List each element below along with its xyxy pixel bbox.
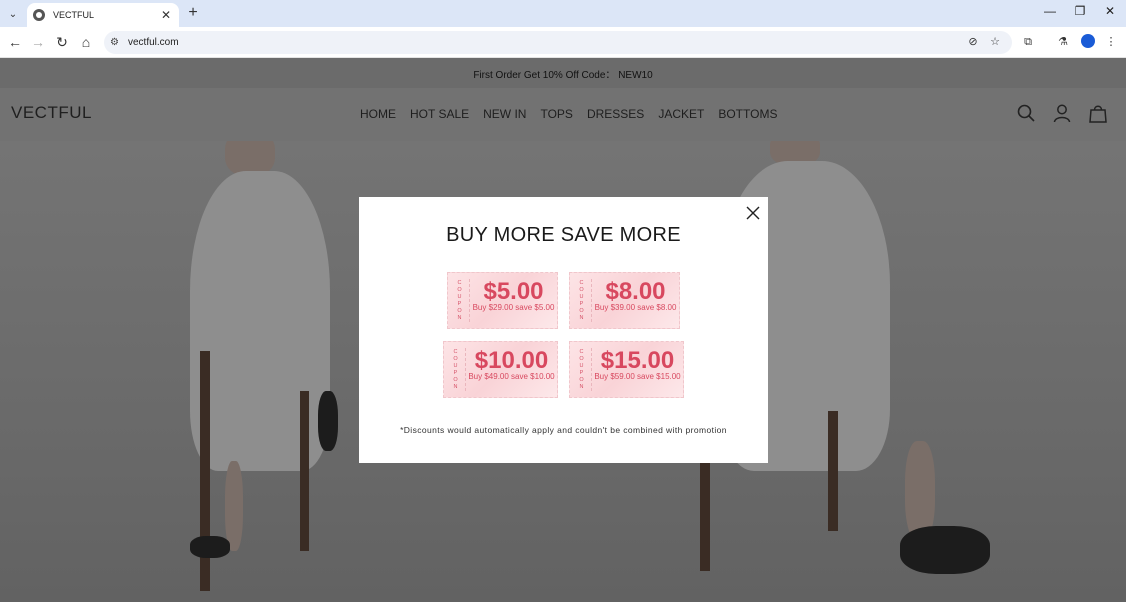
coupon-amount: $8.00	[605, 278, 666, 305]
shopping-bag-icon[interactable]	[1088, 103, 1108, 123]
reload-icon[interactable]: ↻	[52, 33, 72, 51]
site-logo[interactable]: VECTFUL	[11, 103, 92, 123]
coupon-5[interactable]: COUPON $5.00 Buy $29.00 save $5.00	[447, 272, 558, 329]
tab-search-chevron-icon[interactable]: ⌄	[4, 5, 22, 23]
coupon-condition: Buy $39.00 save $8.00	[594, 303, 677, 312]
home-icon[interactable]: ⌂	[76, 33, 96, 51]
coupon-vertical-label: COUPON	[572, 279, 592, 322]
new-tab-plus-icon[interactable]: +	[185, 4, 201, 22]
nav-item-home[interactable]: HOME	[360, 107, 396, 121]
site-favicon-icon	[33, 9, 45, 21]
nav-item-hot-sale[interactable]: HOT SALE	[410, 107, 469, 121]
chair-left-leg-2	[300, 391, 309, 551]
model-left-dress	[190, 171, 330, 471]
tab-close-icon[interactable]: ✕	[159, 8, 173, 22]
coupon-8[interactable]: COUPON $8.00 Buy $39.00 save $8.00	[569, 272, 680, 329]
minimize-icon[interactable]: —	[1040, 4, 1060, 18]
url-text: vectful.com	[128, 37, 179, 48]
site-info-icon[interactable]: ⚙	[110, 37, 124, 48]
coupon-10[interactable]: COUPON $10.00 Buy $49.00 save $10.00	[443, 341, 558, 398]
restore-icon[interactable]: ❐	[1070, 4, 1090, 18]
model-left-shoe	[190, 536, 230, 558]
chair-right-leg-2	[828, 411, 838, 531]
extensions-puzzle-icon[interactable]: ⧉	[1019, 33, 1037, 51]
eye-off-icon[interactable]: ⊘	[964, 33, 982, 51]
coupon-15[interactable]: COUPON $15.00 Buy $59.00 save $15.00	[569, 341, 684, 398]
search-icon[interactable]	[1016, 103, 1036, 123]
coupon-vertical-label: COUPON	[450, 279, 470, 322]
site-header: VECTFUL HOME HOT SALE NEW IN TOPS DRESSE…	[0, 88, 1126, 141]
account-icon[interactable]	[1052, 103, 1072, 123]
address-bar[interactable]: ⚙ vectful.com	[104, 31, 1012, 54]
window-close-icon[interactable]: ✕	[1100, 4, 1120, 18]
coupon-amount: $5.00	[483, 278, 544, 305]
main-nav: HOME HOT SALE NEW IN TOPS DRESSES JACKET…	[360, 107, 791, 121]
tab-title: VECTFUL	[53, 10, 95, 20]
modal-close-icon[interactable]	[745, 205, 761, 221]
browser-tab[interactable]: VECTFUL ✕	[27, 3, 179, 27]
coupon-vertical-label: COUPON	[572, 348, 592, 391]
discount-disclaimer: *Discounts would automatically apply and…	[400, 425, 727, 435]
nav-item-tops[interactable]: TOPS	[540, 107, 572, 121]
browser-toolbar: ← → ↻ ⌂ ⚙ vectful.com ⊘ ☆ ⧉ ⚗ ⋮	[0, 27, 1126, 58]
modal-title: BUY MORE SAVE MORE	[446, 224, 681, 246]
announcement-bar: First Order Get 10% Off Code： NEW10	[0, 58, 1126, 88]
browser-menu-icon[interactable]: ⋮	[1102, 33, 1120, 51]
nav-item-jacket[interactable]: JACKET	[658, 107, 704, 121]
nav-item-new-in[interactable]: NEW IN	[483, 107, 526, 121]
model-left-shoe-2	[318, 391, 338, 451]
labs-flask-icon[interactable]: ⚗	[1054, 33, 1072, 51]
coupon-condition: Buy $49.00 save $10.00	[468, 372, 555, 381]
bookmark-star-icon[interactable]: ☆	[986, 33, 1004, 51]
model-right-shoe	[900, 526, 990, 574]
profile-avatar[interactable]	[1081, 34, 1095, 48]
coupon-vertical-label: COUPON	[446, 348, 466, 391]
browser-tab-bar: ⌄ VECTFUL ✕ + — ❐ ✕	[0, 0, 1126, 27]
nav-item-dresses[interactable]: DRESSES	[587, 107, 644, 121]
nav-item-bottoms[interactable]: BOTTOMS	[718, 107, 777, 121]
coupon-amount: $15.00	[600, 347, 675, 374]
coupon-condition: Buy $59.00 save $15.00	[594, 372, 681, 381]
coupon-amount: $10.00	[474, 347, 549, 374]
forward-arrow-icon[interactable]: →	[28, 33, 48, 51]
back-arrow-icon[interactable]: ←	[5, 33, 25, 51]
model-left-leg	[225, 461, 243, 551]
coupon-condition: Buy $29.00 save $5.00	[472, 303, 555, 312]
